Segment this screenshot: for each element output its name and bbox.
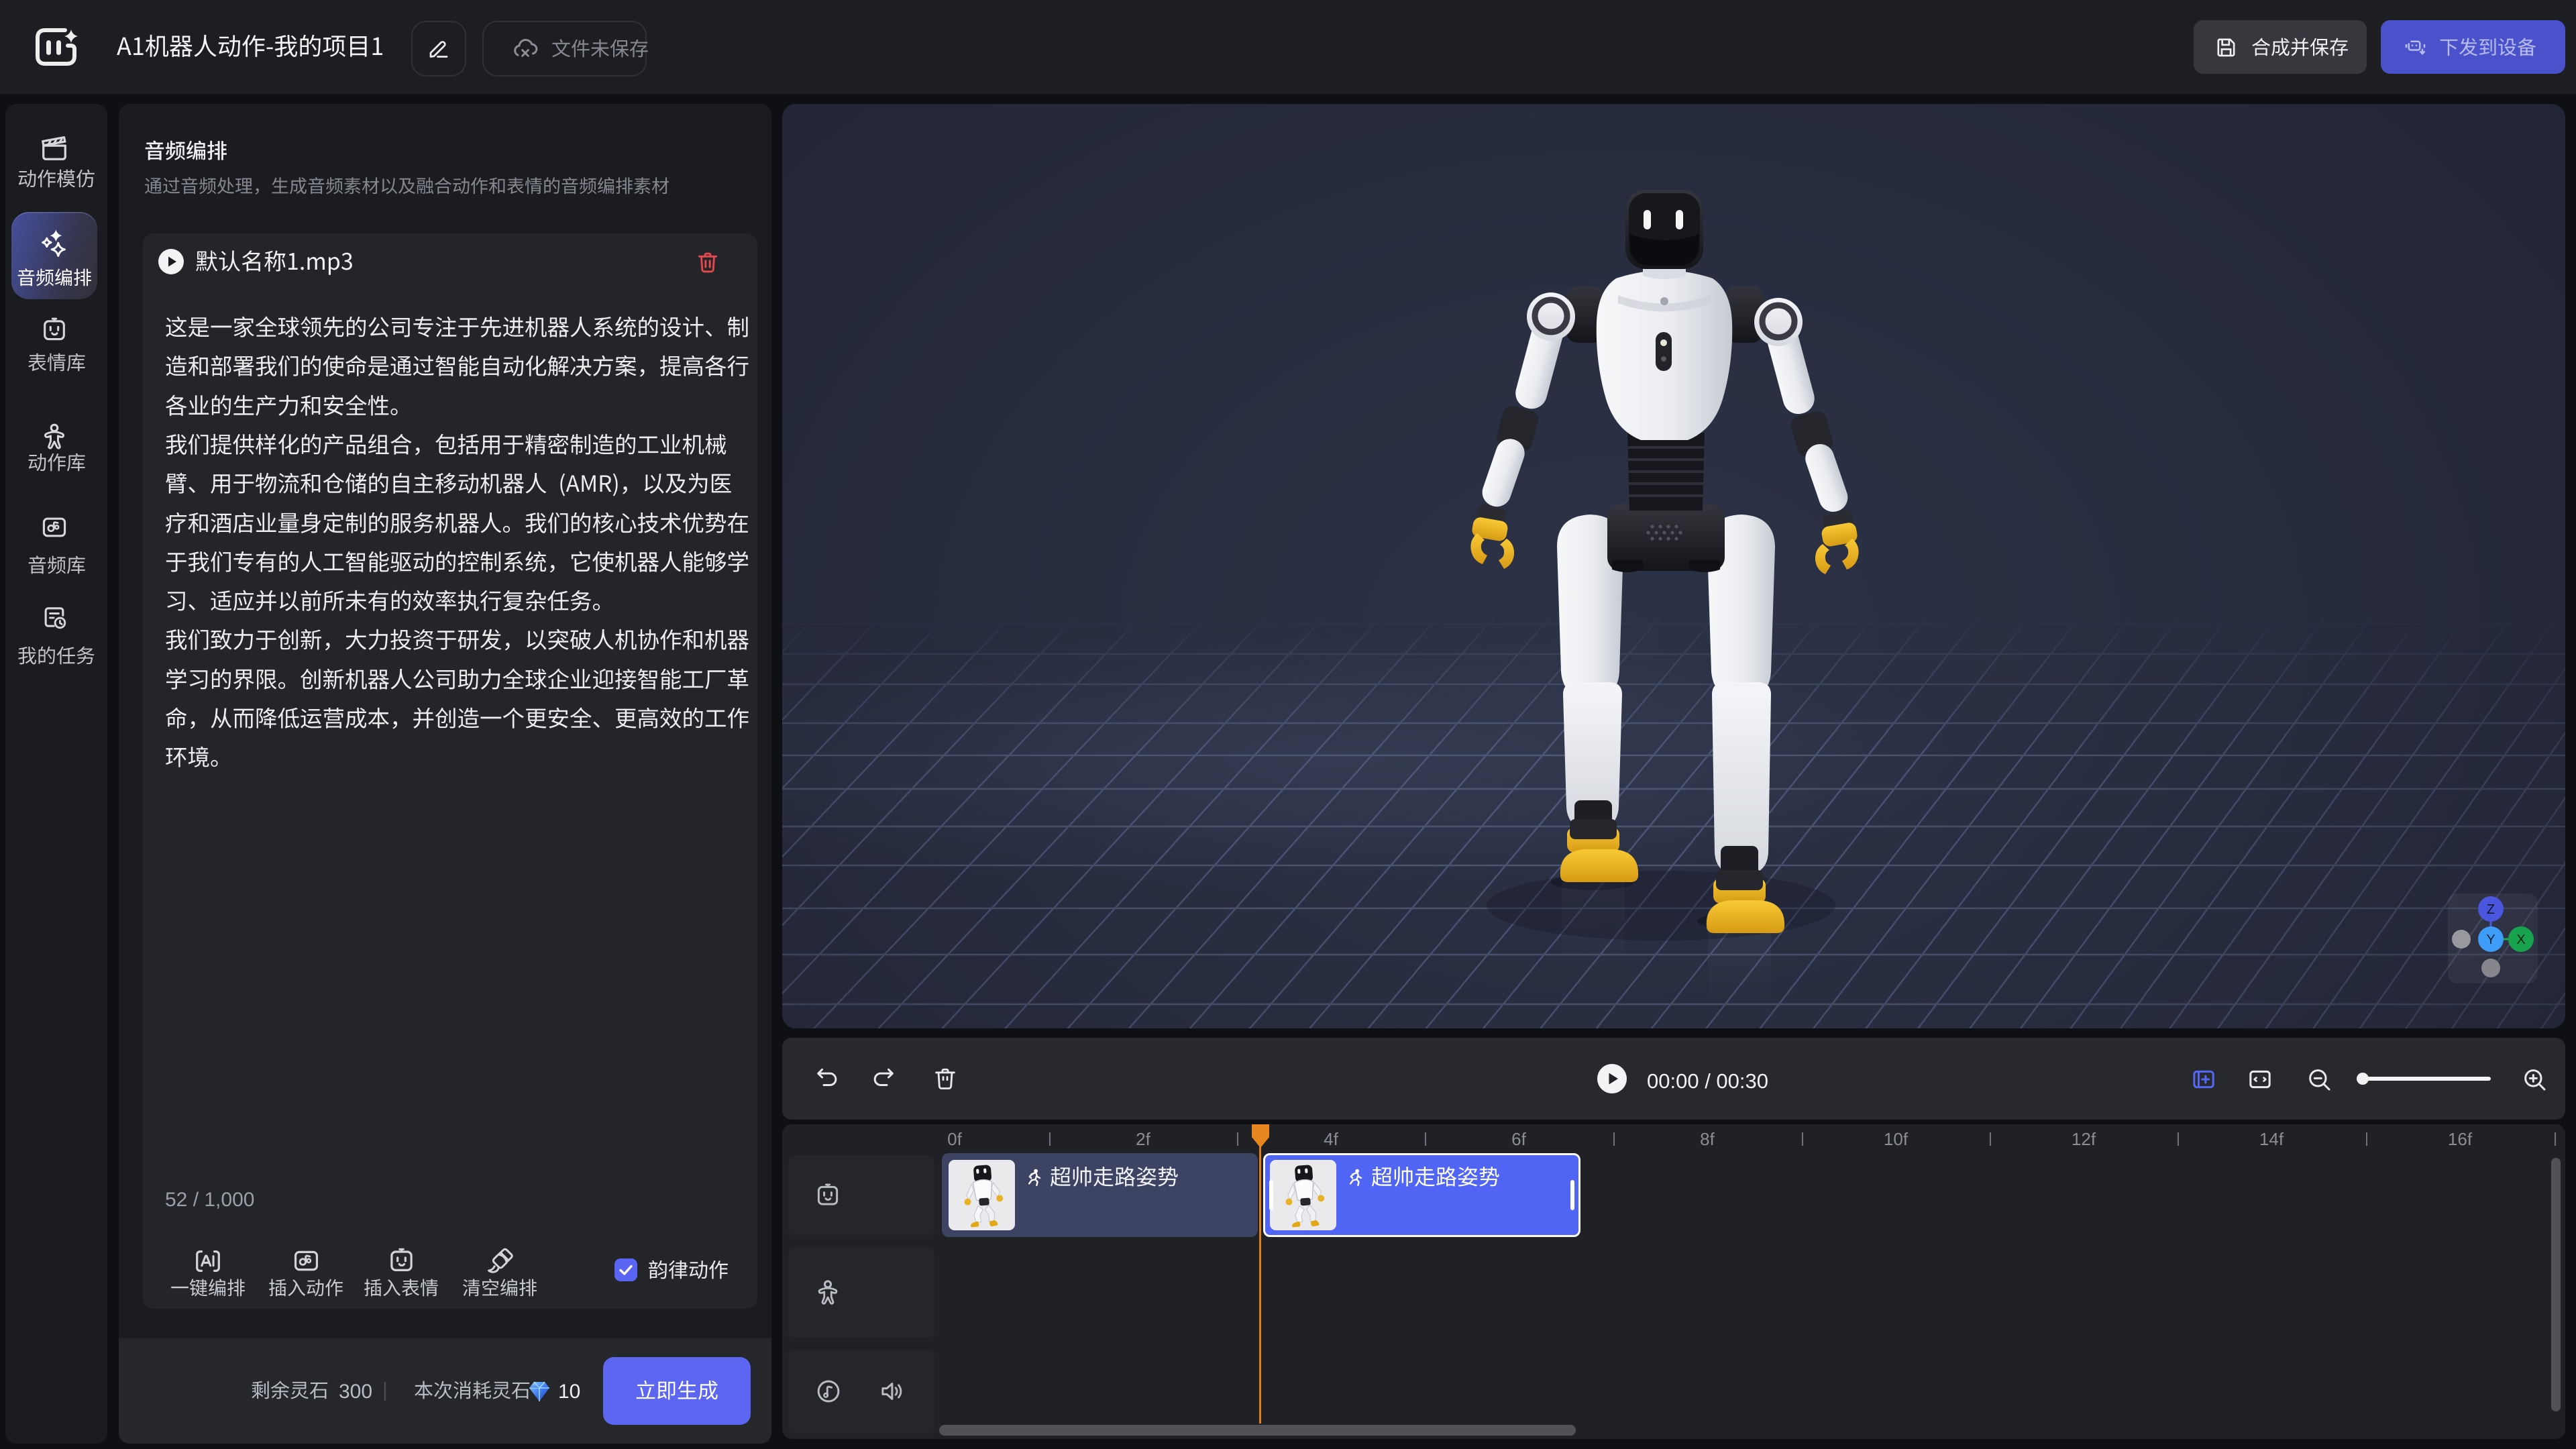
svg-text:Z: Z bbox=[2487, 902, 2495, 917]
svg-text:X: X bbox=[2516, 932, 2525, 947]
svg-text:Y: Y bbox=[2486, 932, 2495, 947]
